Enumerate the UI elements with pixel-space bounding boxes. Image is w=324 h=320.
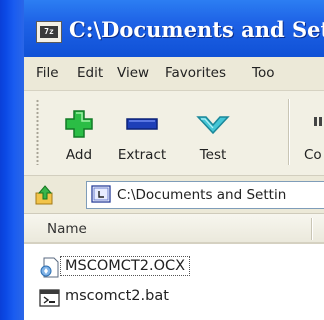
folder-location-icon: [91, 185, 111, 203]
menu-tools[interactable]: Too: [252, 65, 274, 81]
archive-app-icon[interactable]: 7z: [36, 21, 62, 43]
test-button[interactable]: Test: [184, 97, 242, 169]
list-header: Name: [24, 214, 324, 244]
menu-file[interactable]: File: [36, 65, 59, 81]
extract-button-label: Extract: [117, 147, 167, 163]
menu-view[interactable]: View: [117, 65, 149, 81]
extract-button[interactable]: Extract: [113, 97, 171, 169]
bat-file-icon: [39, 289, 60, 307]
add-button[interactable]: Add: [50, 97, 108, 169]
add-plus-icon: [65, 110, 93, 138]
window-frame-left: [0, 0, 24, 320]
copy-button-label: Co: [304, 147, 322, 163]
address-input[interactable]: C:\Documents and Settin: [86, 181, 324, 209]
address-path: C:\Documents and Settin: [117, 187, 287, 203]
menu-favorites[interactable]: Favorites: [165, 65, 226, 81]
file-name: MSCOMCT2.OCX: [59, 256, 191, 276]
file-list: MSCOMCT2.OCX mscomct2.bat: [24, 246, 324, 320]
list-item[interactable]: MSCOMCT2.OCX: [38, 255, 298, 281]
column-header-name[interactable]: Name: [47, 221, 87, 237]
menu-bar: File Edit View Favorites Too: [24, 57, 324, 91]
copy-icon: [314, 117, 322, 126]
list-item[interactable]: mscomct2.bat: [38, 285, 298, 311]
menu-edit[interactable]: Edit: [77, 65, 103, 81]
app-window: 7z C:\Documents and Settin File Edit Vie…: [0, 0, 324, 320]
window-title: C:\Documents and Settin: [69, 17, 324, 42]
test-check-icon: [196, 116, 230, 135]
toolbar-separator: [288, 99, 289, 165]
ocx-file-icon: [40, 257, 59, 278]
up-folder-icon[interactable]: [34, 184, 56, 206]
column-divider[interactable]: [311, 218, 312, 240]
copy-button[interactable]: Co: [298, 97, 324, 169]
test-button-label: Test: [199, 147, 227, 163]
add-button-label: Add: [65, 147, 93, 163]
address-bar: C:\Documents and Settin: [24, 176, 324, 214]
file-name: mscomct2.bat: [65, 288, 169, 304]
toolbar-grip[interactable]: [36, 99, 39, 165]
extract-minus-icon: [126, 118, 158, 130]
toolbar: Add Extract Test Co: [24, 91, 324, 176]
app-icon-label: 7z: [40, 26, 58, 38]
